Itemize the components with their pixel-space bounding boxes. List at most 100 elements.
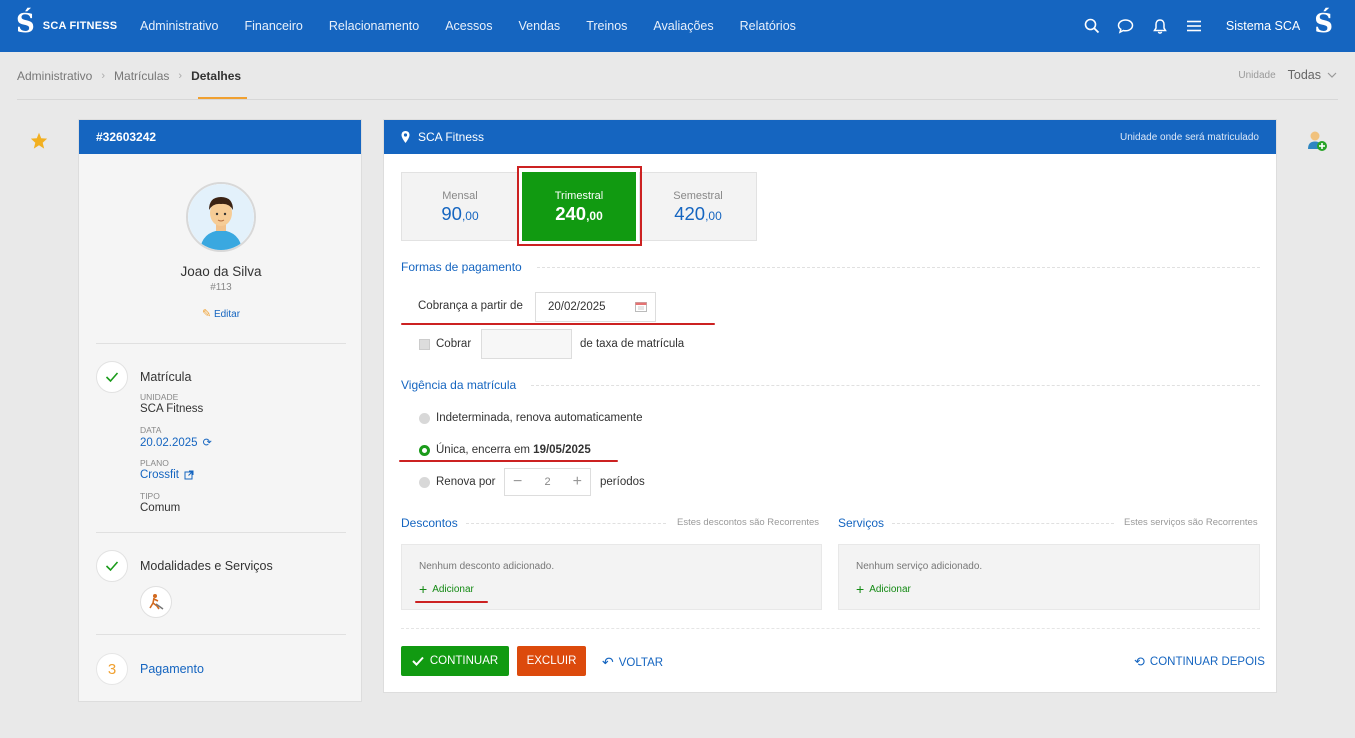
plan-label: Semestral	[673, 190, 723, 202]
unit-value[interactable]: Todas	[1288, 68, 1321, 82]
breadcrumb-item-matriculas[interactable]: Matrículas	[114, 69, 169, 83]
cobranca-date-value: 20/02/2025	[548, 301, 606, 313]
nav-item-administrativo[interactable]: Administrativo	[140, 19, 219, 33]
undo-arrow-icon: ↶	[602, 654, 614, 670]
voltar-button[interactable]: ↶ VOLTAR	[602, 654, 663, 671]
system-name[interactable]: Sistema SCA	[1226, 19, 1300, 33]
radio-indeterminada[interactable]	[419, 413, 430, 424]
member-id-header: #32603242	[79, 120, 361, 154]
add-label: Adicionar	[432, 583, 474, 595]
payment-form-card: SCA Fitness Unidade onde será matriculad…	[383, 119, 1277, 693]
nav-item-avaliacoes[interactable]: Avaliações	[653, 19, 713, 33]
opt-unica-label: Única, encerra em 19/05/2025	[436, 444, 591, 456]
plus-icon: +	[856, 581, 865, 597]
unidade-value: SCA Fitness	[140, 403, 204, 415]
plan-option-mensal[interactable]: Mensal 90,00	[401, 172, 519, 241]
nav-item-relatorios[interactable]: Relatórios	[740, 19, 796, 33]
nav-item-vendas[interactable]: Vendas	[518, 19, 560, 33]
highlight-underline	[415, 601, 488, 603]
calendar-icon[interactable]	[635, 301, 647, 315]
periodos-label: períodos	[600, 476, 645, 488]
continuar-depois-button[interactable]: ⟲ CONTINUAR DEPOIS	[1134, 654, 1265, 670]
edit-member-link[interactable]: ✎ Editar	[79, 307, 363, 320]
menu-icon[interactable]	[1184, 16, 1204, 36]
radio-unica[interactable]	[419, 445, 430, 456]
descontos-empty: Nenhum desconto adicionado.	[419, 561, 555, 572]
opt-renova-label: Renova por	[436, 476, 496, 488]
taxa-label: de taxa de matrícula	[580, 338, 685, 350]
data-value[interactable]: 20.02.2025 ⟳	[140, 436, 212, 450]
bell-icon[interactable]	[1150, 16, 1170, 36]
breadcrumb: Administrativo › Matrículas › Detalhes	[17, 69, 241, 83]
opt-indeterminada-label: Indeterminada, renova automaticamente	[436, 412, 643, 424]
unit-selector[interactable]: Unidade Todas	[1238, 68, 1337, 82]
brand-name: SCA FITNESS	[42, 20, 118, 32]
unit-header: SCA Fitness Unidade onde será matriculad…	[384, 120, 1276, 154]
plus-icon[interactable]: +	[573, 474, 582, 490]
chevron-down-icon[interactable]	[1327, 72, 1337, 79]
divider	[96, 634, 346, 635]
chevron-right-icon: ›	[101, 70, 106, 82]
star-icon[interactable]	[30, 132, 48, 152]
highlight-box	[517, 166, 642, 246]
add-servico-button[interactable]: + Adicionar	[856, 582, 911, 596]
plan-option-semestral[interactable]: Semestral 420,00	[639, 172, 757, 241]
continuar-button[interactable]: CONTINUAR	[401, 646, 509, 676]
edit-label: Editar	[213, 309, 241, 320]
breadcrumb-item-administrativo[interactable]: Administrativo	[17, 69, 92, 83]
excluir-button[interactable]: EXCLUIR	[517, 646, 586, 676]
add-user-icon[interactable]	[1306, 130, 1328, 155]
voltar-label: VOLTAR	[618, 656, 664, 669]
data-label: DATA	[140, 425, 162, 435]
opt-unica-date: 19/05/2025	[533, 444, 591, 456]
unit-note: Unidade onde será matriculado	[1120, 131, 1259, 143]
top-navbar: Ś SCA FITNESS Administrativo Financeiro …	[0, 0, 1355, 52]
brand[interactable]: Ś SCA FITNESS	[16, 11, 140, 37]
periodos-stepper[interactable]: − 2 +	[504, 468, 591, 496]
divider	[401, 628, 1260, 629]
plano-text: Crossfit	[140, 469, 179, 481]
step-matricula-check	[96, 361, 128, 393]
cobrar-taxa-checkbox[interactable]	[419, 339, 430, 350]
divider	[466, 523, 666, 524]
main-nav: Administrativo Financeiro Relacionamento…	[140, 19, 822, 33]
plano-label: PLANO	[140, 458, 169, 468]
step-modalidades-check	[96, 550, 128, 582]
continuar-depois-label: CONTINUAR DEPOIS	[1149, 656, 1265, 668]
step-pagamento-title[interactable]: Pagamento	[140, 662, 204, 676]
radio-renova[interactable]	[419, 477, 430, 488]
formas-pagamento-title: Formas de pagamento	[401, 260, 522, 274]
nav-item-financeiro[interactable]: Financeiro	[245, 19, 303, 33]
chevron-right-icon: ›	[178, 70, 183, 82]
plan-price: 420,00	[674, 203, 722, 224]
highlight-underline	[401, 323, 715, 325]
step-matricula-title[interactable]: Matrícula	[140, 370, 191, 384]
external-link-icon[interactable]	[184, 470, 194, 480]
unidade-label: UNIDADE	[140, 392, 179, 402]
history-icon: ⟲	[1134, 654, 1145, 669]
brand-logo: Ś	[16, 9, 35, 39]
refresh-icon[interactable]: ⟳	[203, 436, 212, 449]
step-pagamento-number: 3	[96, 653, 128, 685]
unit-name: SCA Fitness	[418, 130, 485, 144]
servicos-box: Nenhum serviço adicionado. + Adicionar	[838, 544, 1260, 610]
check-icon	[105, 561, 119, 572]
plan-label: Mensal	[442, 190, 478, 202]
divider	[892, 523, 1114, 524]
nav-item-treinos[interactable]: Treinos	[586, 19, 627, 33]
plan-price: 90,00	[441, 203, 479, 224]
nav-item-acessos[interactable]: Acessos	[445, 19, 492, 33]
add-desconto-button[interactable]: + Adicionar	[419, 582, 474, 596]
search-icon[interactable]	[1082, 16, 1102, 36]
servicos-title: Serviços	[838, 516, 885, 530]
nav-item-relacionamento[interactable]: Relacionamento	[329, 19, 419, 33]
minus-icon[interactable]: −	[513, 474, 522, 490]
plano-value[interactable]: Crossfit	[140, 469, 194, 481]
chat-icon[interactable]	[1116, 16, 1136, 36]
step-modalidades-title[interactable]: Modalidades e Serviços	[140, 559, 273, 573]
taxa-matricula-input[interactable]	[481, 329, 572, 359]
periodos-value[interactable]: 2	[544, 476, 550, 488]
tipo-value: Comum	[140, 502, 181, 514]
highlight-underline	[399, 460, 618, 462]
cobranca-date-input[interactable]: 20/02/2025	[535, 292, 656, 322]
